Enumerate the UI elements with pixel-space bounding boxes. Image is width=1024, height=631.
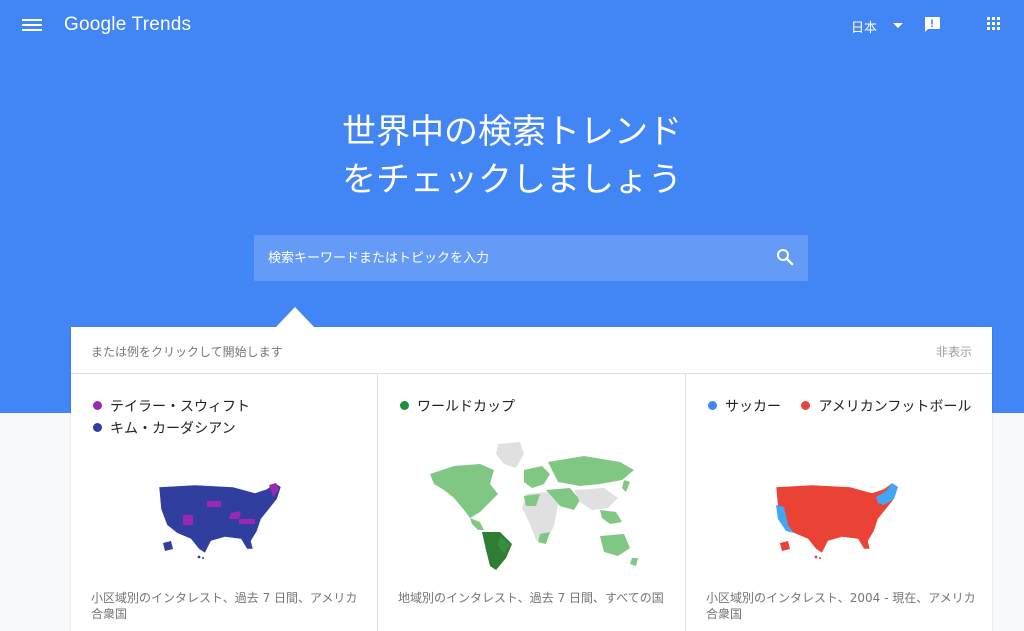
world-map (430, 442, 638, 570)
card-legend: サッカー アメリカンフットボール (708, 396, 987, 418)
legend-label: アメリカンフットボール (818, 399, 972, 415)
examples-panel: または例をクリックして開始します 非表示 テイラー・スウィフト キム・カーダシア… (71, 327, 992, 631)
search-icon[interactable] (776, 248, 794, 266)
menu-icon[interactable] (22, 16, 42, 34)
legend-label: サッカー (725, 399, 781, 415)
panel-pointer (275, 307, 315, 328)
legend-item: テイラー・スウィフト (93, 396, 250, 418)
country-selector[interactable]: 日本 (851, 17, 877, 36)
legend-dot (93, 423, 102, 432)
example-card-3[interactable]: サッカー アメリカンフットボール 小区域別のインタレスト、2004 - 現在、ア… (685, 374, 993, 631)
legend-dot (93, 401, 102, 410)
legend-label: キム・カーダシアン (110, 421, 236, 437)
hide-button[interactable]: 非表示 (936, 343, 972, 360)
hero-title: 世界中の検索トレンド をチェックしましょう (0, 108, 1024, 204)
chevron-down-icon[interactable] (893, 23, 903, 28)
apps-grid-icon[interactable] (987, 17, 1001, 31)
app-logo[interactable]: Google Trends (64, 14, 191, 36)
card-caption: 地域別のインタレスト、過去 7 日間、すべての国 (398, 591, 664, 605)
top-bar: Google Trends 日本 (0, 0, 1024, 52)
legend-dot (801, 401, 811, 410)
legend-label: テイラー・スウィフト (110, 399, 250, 415)
card-caption: 小区域別のインタレスト、過去 7 日間、アメリカ合衆国 (91, 591, 358, 621)
legend-item: アメリカンフットボール (801, 396, 971, 418)
search-box (254, 235, 808, 281)
example-card-2[interactable]: ワールドカップ 地域別のインタレスト、過去 7 日間、すべての国 (377, 374, 686, 631)
legend-dot (708, 401, 717, 410)
hero-title-line2: をチェックしましょう (342, 160, 682, 200)
card-caption: 小区域別のインタレスト、2004 - 現在、アメリカ合衆国 (706, 591, 976, 621)
legend-label: ワールドカップ (417, 399, 515, 415)
us-map (775, 482, 899, 559)
hero-title-line1: 世界中の検索トレンド (342, 112, 682, 152)
legend-dot (400, 401, 409, 410)
examples-hint: または例をクリックして開始します (91, 345, 283, 359)
feedback-icon[interactable] (923, 16, 941, 34)
legend-item: キム・カーダシアン (93, 418, 250, 440)
search-input[interactable] (254, 235, 754, 281)
card-legend: ワールドカップ (400, 396, 515, 418)
example-card-1[interactable]: テイラー・スウィフト キム・カーダシアン 小区域別のインタレスト、過去 7 日間… (71, 374, 377, 631)
card-legend: テイラー・スウィフト キム・カーダシアン (93, 396, 250, 440)
us-map (158, 482, 282, 559)
legend-item: ワールドカップ (400, 396, 515, 418)
legend-item: サッカー (708, 396, 781, 418)
